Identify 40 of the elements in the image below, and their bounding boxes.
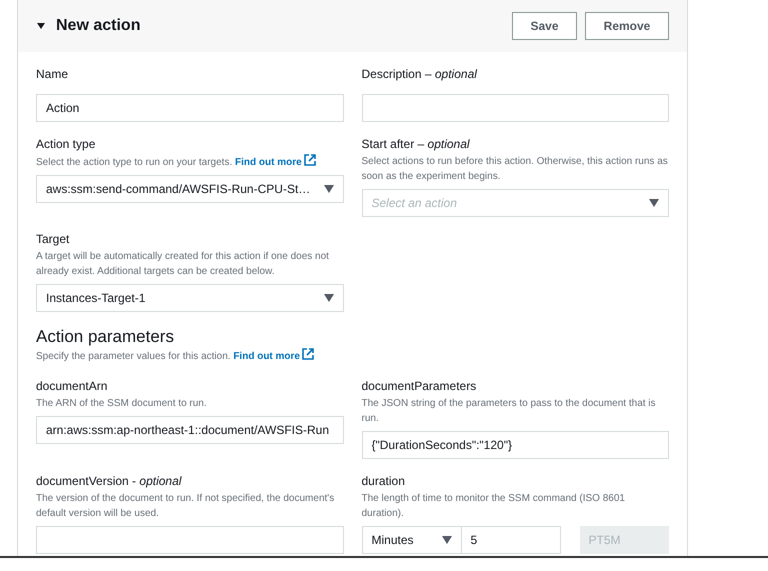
field-label: documentParameters: [362, 378, 478, 394]
field-label: Target: [36, 231, 70, 247]
duration-result: PT5M: [580, 526, 668, 554]
field-label: documentArn: [36, 378, 108, 394]
input-field[interactable]: [36, 526, 344, 554]
unit-select[interactable]: Minutes: [362, 526, 462, 554]
input-field[interactable]: {"DurationSeconds":"120"}: [362, 431, 669, 459]
hint-text: The version of the document to run. If not specified, the document's default version will be used.: [36, 493, 334, 519]
hint-text: Select actions to run before this action. Otherwise, this action runs as soon as the experiment begins.: [362, 156, 668, 182]
hint-text: The JSON string of the parameters to pass to the document that is run.: [362, 398, 656, 424]
field-label: Name: [36, 66, 70, 82]
hint-text: Select the action type to run on your targets.: [36, 157, 232, 168]
dropdown-arrow-icon: [324, 185, 334, 193]
dropdown-arrow-icon: [649, 199, 659, 207]
select-dropdown[interactable]: Instances-Target-1: [36, 284, 344, 312]
external-link-icon: [304, 154, 316, 166]
field-label: Description – optional: [362, 66, 478, 82]
field-label: duration: [362, 473, 406, 489]
dropdown-arrow-icon: [324, 294, 334, 302]
field-label: Start after – optional: [362, 136, 471, 152]
remove-button[interactable]: Remove: [585, 12, 669, 40]
hint-text: A target will be automatically created for this action if one does not already exist. Additional targets can be created below.: [36, 251, 329, 277]
find-out-more-link[interactable]: Find out more: [233, 351, 314, 362]
field-label: Action type: [36, 136, 96, 152]
field-label: documentVersion - optional: [36, 473, 183, 489]
dropdown-arrow-icon: [442, 536, 452, 544]
hint-text: The ARN of the SSM document to run.: [36, 398, 207, 409]
hint-text: The length of time to monitor the SSM command (ISO 8601 duration).: [362, 493, 625, 519]
hint-text: Specify the parameter values for this action.: [36, 351, 231, 362]
input-field[interactable]: [362, 94, 669, 122]
save-button[interactable]: Save: [512, 12, 577, 40]
section-heading: Action parameters: [36, 326, 175, 348]
input-field[interactable]: arn:aws:ssm:ap-northeast-1::document/AWSFIS-Run: [36, 416, 344, 444]
caret-icon: [36, 21, 46, 31]
select-dropdown[interactable]: aws:ssm:send-command/AWSFIS-Run-CPU-St…: [36, 175, 344, 203]
input-field[interactable]: Action: [36, 94, 344, 122]
duration-input[interactable]: 5: [462, 526, 560, 554]
external-link-icon: [302, 348, 314, 360]
expand-toggle[interactable]: New action: [36, 14, 140, 38]
find-out-more-link[interactable]: Find out more: [235, 157, 316, 168]
